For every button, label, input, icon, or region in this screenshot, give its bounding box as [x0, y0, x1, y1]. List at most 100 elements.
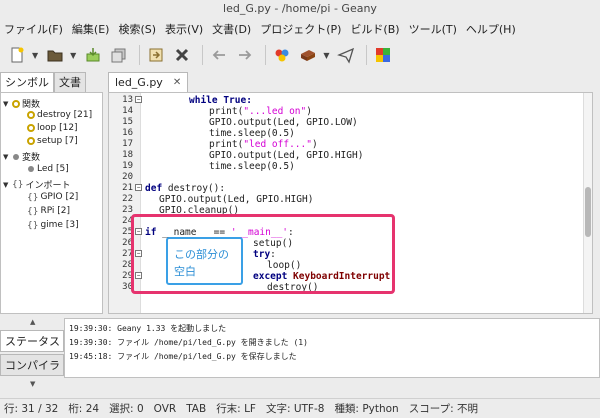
tab-status[interactable]: ステータス [0, 330, 64, 352]
status-message: 19:45:18: ファイル /home/pi/led_G.py を保存しました [69, 352, 297, 361]
line-number: 29 [122, 271, 133, 281]
window-title: led_G.py - /home/pi - Geany [0, 0, 600, 18]
tree-item-gpio[interactable]: {} GPIO [2] [27, 192, 78, 203]
menu-file[interactable]: ファイル(F) [4, 21, 63, 37]
tab-compiler[interactable]: コンパイラ [0, 354, 64, 376]
close-tab-icon[interactable]: ✕ [173, 73, 181, 92]
toolbar-separator [265, 45, 267, 65]
close-icon [176, 48, 189, 62]
code-line: print("...led on") [209, 106, 312, 117]
code-line: GPIO.output(Led, GPIO.LOW) [209, 117, 358, 128]
back-button[interactable] [208, 44, 230, 66]
menu-document[interactable]: 文書(D) [212, 21, 251, 37]
toolbar: ▼ ▼ ▼ [0, 40, 600, 70]
send-button[interactable] [335, 44, 357, 66]
build-button[interactable] [297, 44, 319, 66]
line-number: 20 [122, 172, 133, 182]
status-filetype: 種類: Python [334, 403, 399, 415]
line-number: 30 [122, 282, 133, 292]
status-encoding: 文字: UTF-8 [265, 403, 325, 415]
new-file-button[interactable] [6, 44, 28, 66]
tree-item-rpi[interactable]: {} RPi [2] [27, 206, 70, 217]
save-button[interactable] [82, 44, 104, 66]
forward-button[interactable] [234, 44, 256, 66]
menu-tools[interactable]: ツール(T) [409, 21, 457, 37]
import-icon: {} [27, 192, 39, 203]
line-number: 21 [122, 183, 133, 193]
import-icon: {} [27, 220, 39, 231]
menu-edit[interactable]: 編集(E) [72, 21, 110, 37]
editor-scrollbar[interactable] [583, 93, 592, 313]
build-dropdown-icon[interactable]: ▼ [323, 51, 329, 60]
tree-group-imports[interactable]: ▼{} インポート [3, 178, 70, 191]
toolbar-separator [139, 45, 141, 65]
fold-marker-icon[interactable]: − [135, 184, 142, 191]
new-file-icon [11, 47, 24, 63]
code-line: time.sleep(0.5) [209, 128, 295, 139]
status-message: 19:39:30: ファイル /home/pi/led_G.py を開きました … [69, 338, 308, 347]
tree-group-variables[interactable]: ▼ 変数 [3, 150, 40, 164]
status-scope: スコープ: 不明 [408, 403, 478, 415]
status-line: 行: 31 / 32 [4, 403, 59, 415]
compile-button[interactable] [271, 44, 293, 66]
menu-build[interactable]: ビルド(B) [350, 21, 399, 37]
color-picker-button[interactable] [372, 44, 394, 66]
new-file-dropdown-icon[interactable]: ▼ [32, 51, 38, 60]
line-number: 28 [122, 260, 133, 270]
status-indent: TAB [186, 402, 207, 415]
tree-item-led[interactable]: Led [5] [27, 164, 69, 174]
revert-icon [149, 48, 163, 62]
tab-documents[interactable]: 文書 [54, 72, 86, 92]
fold-marker-icon[interactable]: − [135, 96, 142, 103]
compile-icon [275, 49, 289, 62]
status-message: 19:39:30: Geany 1.33 を起動しました [69, 324, 227, 333]
code-line: def destroy(): [145, 183, 226, 194]
line-number: 26 [122, 238, 133, 248]
tree-item-loop[interactable]: loop [12] [27, 123, 78, 133]
menu-project[interactable]: プロジェクト(P) [260, 21, 341, 37]
line-number: 24 [122, 216, 133, 226]
line-number: 19 [122, 161, 133, 171]
status-overwrite: OVR [153, 402, 177, 415]
tree-item-setup[interactable]: setup [7] [27, 136, 78, 146]
tab-symbols[interactable]: シンボル [0, 72, 54, 92]
tree-group-functions[interactable]: ▼ 関数 [3, 97, 40, 110]
tab-scroll-up-icon[interactable]: ▲ [30, 318, 35, 326]
annotation-text-line2: 空白 [174, 265, 196, 278]
code-line: GPIO.output(Led, GPIO.HIGH) [209, 150, 364, 161]
save-all-button[interactable] [108, 44, 130, 66]
menu-search[interactable]: 検索(S) [118, 21, 156, 37]
menu-help[interactable]: ヘルプ(H) [466, 21, 516, 37]
tab-scroll-down-icon[interactable]: ▼ [30, 380, 35, 388]
open-file-button[interactable] [44, 44, 66, 66]
annotation-callout: この部分の 空白 [166, 237, 243, 285]
expander-icon[interactable]: ▼ [3, 153, 12, 161]
toolbar-separator [366, 45, 368, 65]
line-number: 27 [122, 249, 133, 259]
open-file-icon [47, 50, 63, 62]
revert-button[interactable] [145, 44, 167, 66]
scrollbar-thumb[interactable] [585, 187, 591, 237]
save-icon [86, 48, 100, 62]
back-icon [213, 50, 226, 60]
expander-icon[interactable]: ▼ [3, 100, 12, 108]
symbol-tree: ▼ 関数 destroy [21] loop [12] setup [7] ▼ 変数… [0, 92, 103, 314]
send-icon [337, 47, 355, 64]
line-number: 14 [122, 106, 133, 116]
line-number: 25 [122, 227, 133, 237]
close-file-button[interactable] [171, 44, 193, 66]
annotation-text-line1: この部分の [174, 248, 229, 261]
function-icon [12, 99, 20, 108]
line-number: 23 [122, 205, 133, 215]
open-file-dropdown-icon[interactable]: ▼ [70, 51, 76, 60]
expander-icon[interactable]: ▼ [3, 181, 12, 189]
tab-led-g-py[interactable]: led_G.py ✕ [108, 72, 189, 92]
tree-item-destroy[interactable]: destroy [21] [27, 110, 92, 120]
import-icon: {} [12, 180, 24, 190]
tree-item-time[interactable]: {} gime [3] [27, 220, 79, 231]
menu-view[interactable]: 表示(V) [165, 21, 203, 37]
line-number: 22 [122, 194, 133, 204]
function-icon [27, 111, 35, 119]
menubar: ファイル(F) 編集(E) 検索(S) 表示(V) 文書(D) プロジェクト(P… [0, 18, 600, 40]
code-line: while True: [189, 95, 252, 106]
